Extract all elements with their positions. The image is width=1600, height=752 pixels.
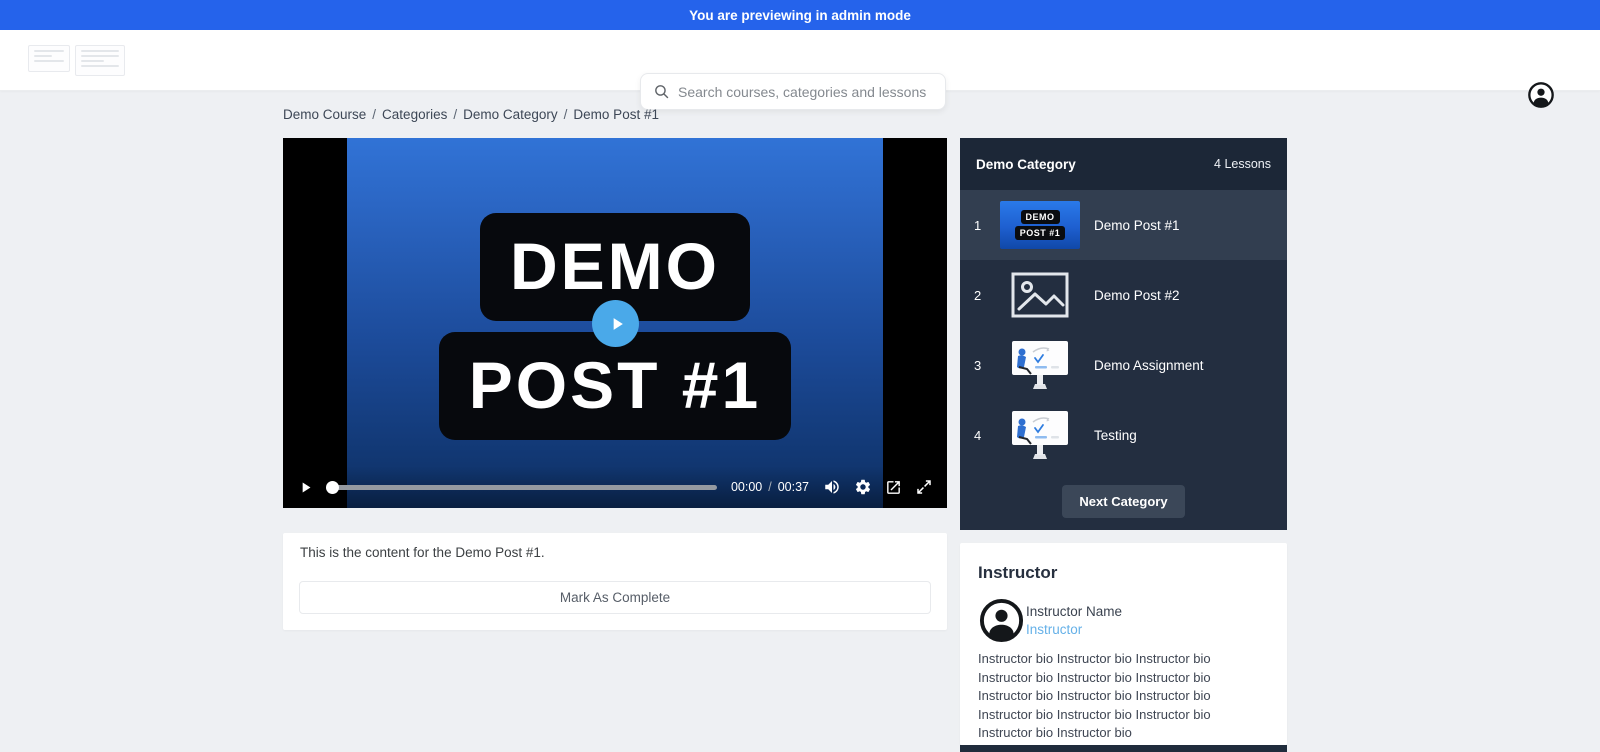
fullscreen-icon <box>915 478 933 496</box>
lesson-item-testing[interactable]: 4 Testing <box>960 400 1287 470</box>
play-button[interactable] <box>297 479 314 496</box>
lesson-item-demo-post-1[interactable]: 1 DEMO POST #1 Demo Post #1 <box>960 190 1287 260</box>
lesson-number: 4 <box>974 428 992 443</box>
admin-preview-banner: You are previewing in admin mode <box>0 0 1600 30</box>
play-icon <box>297 479 314 496</box>
open-in-new-icon <box>885 479 902 496</box>
play-icon <box>607 314 627 334</box>
assignment-illustration-icon <box>1011 340 1069 390</box>
popout-button[interactable] <box>885 479 902 496</box>
lesson-number: 3 <box>974 358 992 373</box>
category-title: Demo Category <box>976 157 1076 172</box>
logo-card-icon <box>28 45 70 72</box>
breadcrumb-separator: / <box>453 107 457 122</box>
lesson-item-demo-post-2[interactable]: 2 Demo Post #2 <box>960 260 1287 330</box>
video-progress-bar[interactable] <box>326 480 717 494</box>
search-input[interactable] <box>678 84 933 100</box>
progress-handle[interactable] <box>326 481 339 494</box>
admin-preview-banner-text: You are previewing in admin mode <box>689 8 911 23</box>
volume-icon <box>823 478 841 496</box>
breadcrumb-current-lesson[interactable]: Demo Post #1 <box>573 107 659 122</box>
lesson-title: Testing <box>1094 428 1273 443</box>
fullscreen-button[interactable] <box>915 478 933 496</box>
breadcrumb: Demo Course / Categories / Demo Category… <box>283 107 659 122</box>
breadcrumb-category[interactable]: Demo Category <box>463 107 558 122</box>
search-icon <box>653 83 670 100</box>
breadcrumb-categories[interactable]: Categories <box>382 107 447 122</box>
time-separator: / <box>768 480 771 494</box>
mark-as-complete-button[interactable]: Mark As Complete <box>299 581 931 614</box>
lesson-content-card: This is the content for the Demo Post #1… <box>283 533 947 630</box>
volume-button[interactable] <box>823 478 841 496</box>
video-player[interactable]: DEMO POST #1 00:00 / 00:37 <box>283 138 947 508</box>
gear-icon <box>854 478 872 496</box>
lesson-title: Demo Assignment <box>1094 358 1273 373</box>
lesson-title: Demo Post #2 <box>1094 288 1273 303</box>
sidebar-footer: Next Category <box>960 470 1287 532</box>
video-big-play-button[interactable] <box>592 300 639 347</box>
instructor-role-link[interactable]: Instructor <box>1026 622 1082 637</box>
instructor-avatar-icon <box>978 597 1025 644</box>
lesson-number: 2 <box>974 288 992 303</box>
mini-thumb-line1: DEMO <box>1021 210 1060 224</box>
lesson-thumbnail <box>998 340 1082 390</box>
instructor-heading: Instructor <box>978 563 1057 583</box>
image-placeholder-icon <box>1011 272 1069 318</box>
global-search <box>640 73 946 110</box>
lesson-thumbnail <box>998 410 1082 460</box>
lesson-thumbnail <box>998 272 1082 318</box>
logo-card-icon <box>75 45 125 76</box>
account-circle-icon <box>1527 81 1555 109</box>
current-time: 00:00 <box>731 480 762 494</box>
next-section-strip <box>960 745 1287 752</box>
instructor-name: Instructor Name <box>1026 604 1122 619</box>
video-title-line2: POST #1 <box>439 332 791 440</box>
settings-button[interactable] <box>854 478 872 496</box>
breadcrumb-course[interactable]: Demo Course <box>283 107 366 122</box>
instructor-bio: Instructor bio Instructor bio Instructor… <box>978 650 1268 743</box>
lesson-content-text: This is the content for the Demo Post #1… <box>300 545 545 560</box>
next-category-button[interactable]: Next Category <box>1062 485 1184 518</box>
video-controls-bar: 00:00 / 00:37 <box>283 466 947 508</box>
breadcrumb-separator: / <box>372 107 376 122</box>
lesson-count: 4 Lessons <box>1214 157 1271 171</box>
video-thumbnail-icon: DEMO POST #1 <box>1000 201 1080 249</box>
category-sidebar: Demo Category 4 Lessons 1 DEMO POST #1 D… <box>960 138 1287 530</box>
site-header <box>0 30 1600 91</box>
lesson-title: Demo Post #1 <box>1094 218 1273 233</box>
progress-track <box>332 485 717 490</box>
duration: 00:37 <box>778 480 809 494</box>
lesson-thumbnail: DEMO POST #1 <box>998 201 1082 249</box>
mini-thumb-line2: POST #1 <box>1015 226 1066 240</box>
category-header: Demo Category 4 Lessons <box>960 138 1287 190</box>
account-menu-button[interactable] <box>1527 81 1555 109</box>
lesson-number: 1 <box>974 218 992 233</box>
assignment-illustration-icon <box>1011 410 1069 460</box>
instructor-card: Instructor Instructor Name Instructor In… <box>960 543 1287 745</box>
lesson-item-demo-assignment[interactable]: 3 Demo Assignment <box>960 330 1287 400</box>
breadcrumb-separator: / <box>564 107 568 122</box>
time-display: 00:00 / 00:37 <box>731 480 809 494</box>
site-logo[interactable] <box>28 45 125 76</box>
